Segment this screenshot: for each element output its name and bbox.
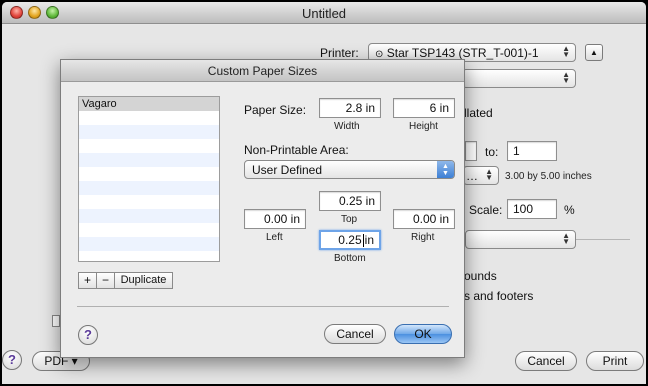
custom-paper-sizes-dialog: Custom Paper Sizes Vagaro + − Duplicate …: [60, 59, 465, 358]
from-field-partial[interactable]: [465, 141, 477, 161]
text-cursor: [362, 234, 364, 248]
paper-sizes-list[interactable]: Vagaro: [78, 96, 220, 262]
top-margin-label: Top: [341, 214, 358, 225]
window-titlebar: Untitled: [2, 2, 646, 24]
disclosure-up-icon: ▲: [590, 48, 598, 57]
scale-unit: %: [564, 203, 575, 217]
dialog-separator: [77, 306, 449, 307]
list-empty-row: [79, 153, 219, 167]
add-paper-size-button[interactable]: +: [78, 272, 97, 289]
window-title: Untitled: [301, 6, 347, 21]
right-margin-label: Right: [411, 232, 435, 243]
paper-size-popup[interactable]: … ▲ ▼: [463, 166, 499, 185]
list-empty-row: [79, 251, 219, 261]
popup-arrows-icon: ▲ ▼: [562, 231, 570, 246]
disclosure-button[interactable]: ▲: [585, 44, 603, 61]
left-margin-field[interactable]: 0.00 in: [244, 209, 306, 229]
print-window: Untitled Printer: ⊙ Star TSP143 (STR_T-0…: [2, 2, 646, 384]
dialog-title: Custom Paper Sizes: [61, 60, 464, 82]
printer-popup-value: Star TSP143 (STR_T-001)-1: [386, 46, 539, 60]
list-empty-row: [79, 125, 219, 139]
non-printable-popup-value: User Defined: [252, 163, 323, 177]
popup-arrows-icon: ▲ ▼: [562, 44, 570, 59]
bottom-margin-field[interactable]: 0.25 in: [319, 230, 381, 250]
width-field[interactable]: 2.8 in: [319, 98, 381, 118]
remove-paper-size-button[interactable]: −: [96, 272, 115, 289]
list-empty-row: [79, 237, 219, 251]
to-field[interactable]: 1: [507, 141, 557, 161]
right-margin-field[interactable]: 0.00 in: [393, 209, 455, 229]
print-help-button[interactable]: ?: [2, 350, 22, 370]
printer-label: Printer:: [320, 46, 359, 60]
checkbox-partial[interactable]: [52, 315, 60, 327]
non-printable-area-popup[interactable]: User Defined ▲ ▼: [244, 160, 455, 179]
list-empty-row: [79, 139, 219, 153]
list-item[interactable]: Vagaro: [79, 97, 219, 111]
list-empty-row: [79, 209, 219, 223]
headers-footers-label-partial: s and footers: [464, 289, 534, 303]
list-empty-row: [79, 111, 219, 125]
help-question-icon: ?: [84, 327, 92, 342]
list-empty-row: [79, 181, 219, 195]
options-popup[interactable]: ▲ ▼: [465, 230, 576, 249]
list-empty-row: [79, 167, 219, 181]
top-margin-field[interactable]: 0.25 in: [319, 191, 381, 211]
dialog-ok-button[interactable]: OK: [394, 324, 452, 344]
dialog-cancel-button[interactable]: Cancel: [324, 324, 386, 344]
left-margin-label: Left: [266, 232, 283, 243]
height-field[interactable]: 6 in: [393, 98, 455, 118]
width-label: Width: [334, 121, 360, 132]
paper-size-label: Paper Size:: [244, 103, 307, 117]
print-cancel-button[interactable]: Cancel: [515, 351, 577, 371]
print-button[interactable]: Print: [586, 351, 644, 371]
height-label: Height: [409, 121, 438, 132]
non-printable-area-label: Non-Printable Area:: [244, 143, 349, 157]
help-question-icon: ?: [8, 352, 16, 367]
list-empty-row: [79, 195, 219, 209]
bottom-margin-value: 0.25: [338, 233, 362, 247]
collated-label-partial: llated: [464, 106, 493, 120]
paper-dimensions-text: 3.00 by 5.00 inches: [505, 171, 592, 182]
presets-popup[interactable]: ▲ ▼: [462, 69, 576, 88]
paper-size-ellipsis: …: [466, 169, 478, 183]
duplicate-button[interactable]: Duplicate: [114, 272, 173, 289]
bottom-margin-unit: in: [364, 233, 374, 247]
to-label: to:: [485, 145, 499, 159]
scale-label: Scale:: [469, 203, 503, 217]
list-empty-row: [79, 223, 219, 237]
rounds-label-partial: ounds: [464, 269, 497, 283]
bottom-margin-label: Bottom: [334, 253, 366, 264]
popup-arrows-icon: ▲ ▼: [437, 161, 454, 178]
dialog-help-button[interactable]: ?: [78, 325, 98, 345]
popup-arrows-icon: ▲ ▼: [562, 70, 570, 85]
popup-arrows-icon: ▲ ▼: [485, 167, 493, 182]
scale-field[interactable]: 100: [507, 199, 557, 219]
